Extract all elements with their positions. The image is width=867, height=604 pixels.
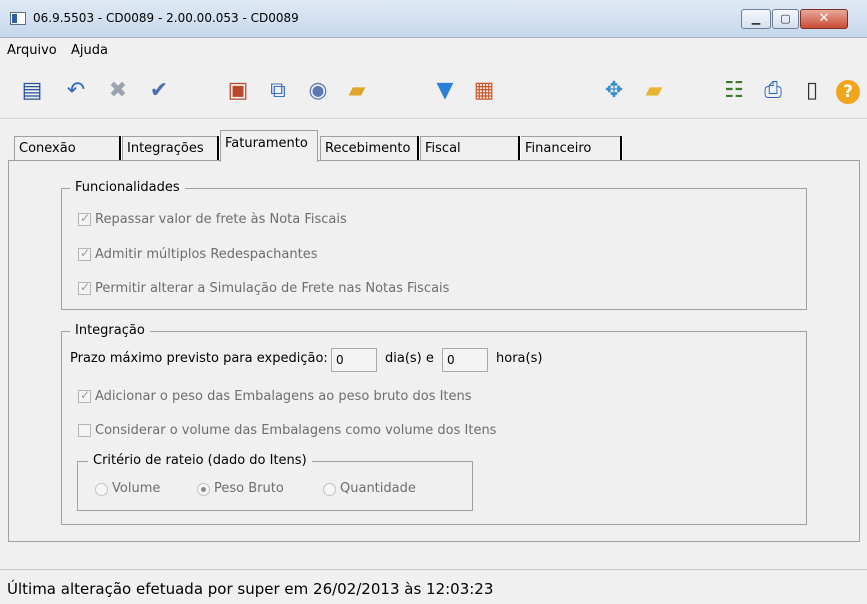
status-bar: Última alteração efetuada por super em 2… bbox=[0, 569, 867, 604]
tab-integracoes[interactable]: Integrações bbox=[122, 136, 218, 161]
tab-label: Fiscal bbox=[425, 141, 461, 156]
horas-unit-label: hora(s) bbox=[496, 351, 543, 366]
simulacao-frete-checkbox[interactable]: ✓ bbox=[78, 280, 91, 295]
dias-unit-label: dia(s) e bbox=[385, 351, 434, 366]
toolbar-button-checklist[interactable]: ▣ bbox=[224, 77, 252, 105]
maximize-icon: ▢ bbox=[780, 12, 791, 25]
toolbar-button-process[interactable]: ◉ bbox=[304, 77, 332, 105]
menu-ajuda[interactable]: Ajuda bbox=[71, 43, 108, 58]
tab-conexao[interactable]: Conexão bbox=[14, 136, 122, 161]
help-icon: ? bbox=[836, 80, 860, 104]
tab-faturamento[interactable]: Faturamento bbox=[220, 130, 318, 162]
rateio-peso-bruto-label: Peso Bruto bbox=[214, 481, 284, 496]
toolbar-button-confirm[interactable]: ✔ bbox=[145, 77, 173, 105]
toolbar-button-folder-delete[interactable]: ▰ bbox=[343, 77, 371, 105]
app-window-icon bbox=[10, 12, 26, 25]
multiplos-redespachantes-checkbox[interactable]: ✓ bbox=[78, 246, 91, 261]
filter-icon: ▼ bbox=[436, 78, 454, 103]
tab-financeiro[interactable]: Financeiro bbox=[520, 136, 622, 161]
tab-label: Conexão bbox=[19, 141, 76, 156]
move-arrows-icon: ✥ bbox=[604, 78, 624, 103]
horas-input[interactable]: 0 bbox=[442, 348, 488, 372]
tab-label: Faturamento bbox=[225, 136, 308, 151]
tab-recebimento[interactable]: Recebimento bbox=[320, 136, 418, 161]
tab-label: Financeiro bbox=[525, 141, 592, 156]
copy-icon: ⧉ bbox=[270, 78, 286, 103]
edit-doc-icon: ▤ bbox=[21, 78, 43, 103]
cancel-icon: ✖ bbox=[108, 78, 128, 103]
toolbar-button-exit[interactable]: ▯ bbox=[798, 77, 826, 105]
new-folder-icon: ▰ bbox=[645, 78, 663, 103]
title-bar: 06.9.5503 - CD0089 - 2.00.00.053 - CD008… bbox=[0, 0, 867, 38]
dias-input[interactable]: 0 bbox=[331, 348, 377, 372]
rateio-quantidade-label: Quantidade bbox=[340, 481, 416, 496]
confirm-icon: ✔ bbox=[149, 78, 169, 103]
funcionalidades-legend: Funcionalidades bbox=[70, 180, 185, 195]
considerar-volume-checkbox[interactable] bbox=[78, 424, 91, 437]
undo-icon: ↶ bbox=[66, 78, 86, 103]
toolbar-button-help[interactable]: ? bbox=[834, 77, 862, 105]
toolbar: ▤ ↶ ✖ ✔ ▣ ⧉ ◉ ▰ ▼ ▦ ✥ ▰ ☷ ⎙ ▯ ? bbox=[0, 63, 867, 119]
tree-icon: ☷ bbox=[724, 78, 744, 103]
menu-bar: Arquivo Ajuda bbox=[0, 38, 867, 62]
integracao-legend: Integração bbox=[70, 323, 150, 338]
checkmark-icon: ✓ bbox=[80, 246, 91, 260]
tab-label: Integrações bbox=[127, 141, 204, 156]
minimize-icon: ▁ bbox=[751, 12, 761, 25]
process-icon: ◉ bbox=[308, 78, 328, 103]
rateio-legend: Critério de rateio (dado do Itens) bbox=[88, 453, 312, 468]
checkmark-icon: ✓ bbox=[80, 211, 91, 225]
toolbar-button-move[interactable]: ✥ bbox=[600, 77, 628, 105]
toolbar-button-undo[interactable]: ↶ bbox=[62, 77, 90, 105]
calendar-icon: ▦ bbox=[473, 78, 495, 103]
exit-door-icon: ▯ bbox=[805, 78, 819, 103]
simulacao-frete-label: Permitir alterar a Simulação de Frete na… bbox=[95, 281, 450, 296]
toolbar-button-tree[interactable]: ☷ bbox=[720, 77, 748, 105]
toolbar-button-new-folder[interactable]: ▰ bbox=[640, 77, 668, 105]
adicionar-peso-label: Adicionar o peso das Embalagens ao peso … bbox=[95, 389, 472, 404]
radio-selected-dot bbox=[201, 487, 206, 492]
prazo-label: Prazo máximo previsto para expedição: bbox=[70, 351, 328, 366]
tab-fiscal[interactable]: Fiscal bbox=[420, 136, 520, 161]
adicionar-peso-checkbox[interactable]: ✓ bbox=[78, 388, 91, 403]
toolbar-button-copy[interactable]: ⧉ bbox=[264, 77, 292, 105]
multiplos-redespachantes-label: Admitir múltiplos Redespachantes bbox=[95, 247, 318, 262]
checkmark-icon: ✓ bbox=[80, 280, 91, 294]
toolbar-button-print[interactable]: ⎙ bbox=[759, 77, 787, 105]
tab-separator bbox=[620, 136, 623, 161]
window-title: 06.9.5503 - CD0089 - 2.00.00.053 - CD008… bbox=[33, 11, 299, 25]
maximize-button[interactable]: ▢ bbox=[772, 9, 799, 29]
repassar-frete-checkbox[interactable]: ✓ bbox=[78, 211, 91, 226]
close-button[interactable]: ✕ bbox=[800, 9, 848, 29]
minimize-button[interactable]: ▁ bbox=[741, 9, 771, 29]
clipboard-check-icon: ▣ bbox=[227, 78, 249, 103]
toolbar-button-calendar[interactable]: ▦ bbox=[470, 77, 498, 105]
folder-delete-icon: ▰ bbox=[348, 78, 366, 103]
print-icon: ⎙ bbox=[764, 78, 782, 103]
toolbar-button-cancel[interactable]: ✖ bbox=[104, 77, 132, 105]
tab-label: Recebimento bbox=[325, 141, 411, 156]
rateio-volume-radio[interactable] bbox=[95, 483, 108, 496]
menu-arquivo[interactable]: Arquivo bbox=[7, 43, 57, 58]
close-icon: ✕ bbox=[818, 11, 830, 26]
rateio-volume-label: Volume bbox=[112, 481, 161, 496]
toolbar-button-filter[interactable]: ▼ bbox=[431, 77, 459, 105]
tab-separator bbox=[518, 136, 521, 161]
rateio-peso-bruto-radio[interactable] bbox=[197, 483, 210, 496]
tab-separator bbox=[417, 136, 420, 161]
toolbar-button-edit[interactable]: ▤ bbox=[18, 77, 46, 105]
tab-separator bbox=[119, 136, 122, 161]
repassar-frete-label: Repassar valor de frete às Nota Fiscais bbox=[95, 212, 347, 227]
considerar-volume-label: Considerar o volume das Embalagens como … bbox=[95, 423, 497, 438]
status-text: Última alteração efetuada por super em 2… bbox=[7, 580, 494, 598]
checkmark-icon: ✓ bbox=[80, 388, 91, 402]
rateio-quantidade-radio[interactable] bbox=[323, 483, 336, 496]
